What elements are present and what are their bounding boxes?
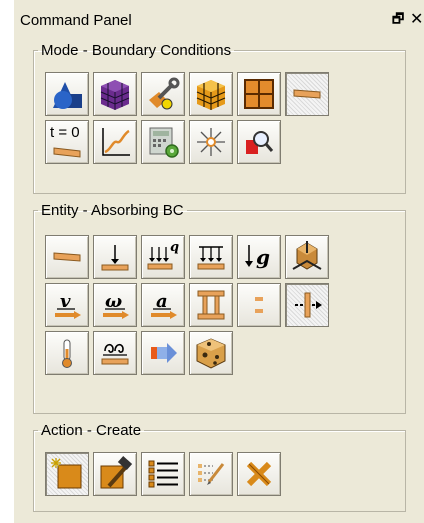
temperature-icon[interactable] <box>45 331 89 375</box>
heat-flux-icon[interactable] <box>93 331 137 375</box>
edit-hammer-icon[interactable] <box>93 452 137 496</box>
geometry-shapes-icon[interactable] <box>45 72 89 116</box>
point-force-icon[interactable] <box>93 235 137 279</box>
edit-list-pencil-icon[interactable] <box>189 452 233 496</box>
angular-velocity-icon[interactable]: ω <box>93 283 137 327</box>
action-legend: Action - Create <box>41 422 142 439</box>
column-support-icon[interactable] <box>189 283 233 327</box>
mode-legend: Mode - Boundary Conditions <box>41 42 232 59</box>
boundary-condition-surface-icon[interactable] <box>285 72 329 116</box>
mesh-cube-icon[interactable] <box>93 72 137 116</box>
structure-support-icon[interactable] <box>285 235 329 279</box>
float-window-icon[interactable]: 🗗 <box>392 10 404 32</box>
delete-x-icon[interactable] <box>237 452 281 496</box>
porous-solid-icon[interactable] <box>189 331 233 375</box>
initial-condition-t0-icon[interactable]: t = 0 <box>45 120 89 164</box>
surface-bc-icon[interactable] <box>45 235 89 279</box>
close-icon[interactable]: ✕ <box>410 9 423 29</box>
list-items-icon[interactable] <box>141 452 185 496</box>
create-new-icon[interactable] <box>45 452 89 496</box>
calculator-settings-icon[interactable] <box>141 120 185 164</box>
pressure-load-icon[interactable] <box>189 235 233 279</box>
acceleration-a-icon[interactable]: a <box>141 283 185 327</box>
panel-titlebar: Command Panel 🗗 ✕ <box>14 0 424 36</box>
tools-wrench-icon[interactable] <box>141 72 185 116</box>
panel-title: Command Panel <box>20 12 132 29</box>
light-burst-icon[interactable] <box>189 120 233 164</box>
velocity-v-icon[interactable]: v <box>45 283 89 327</box>
entity-legend: Entity - Absorbing BC <box>41 202 184 219</box>
absorbing-bc-icon[interactable] <box>285 283 329 327</box>
mode-group: Mode - Boundary Conditions <box>33 42 406 194</box>
curve-plot-icon[interactable] <box>93 120 137 164</box>
distributed-load-q-icon[interactable]: q <box>141 235 185 279</box>
g-glyph: g <box>256 245 270 269</box>
command-panel: Command Panel 🗗 ✕ Mode - Boundary Condit… <box>14 0 424 523</box>
gravity-g-icon[interactable]: g <box>237 235 281 279</box>
q-glyph: q <box>170 240 179 255</box>
t0-label: t = 0 <box>50 124 80 141</box>
magnify-inspect-icon[interactable] <box>237 120 281 164</box>
displacement-dashed-icon[interactable] <box>237 283 281 327</box>
mesh-orange-cube-icon[interactable] <box>189 72 233 116</box>
grid-quad-icon[interactable] <box>237 72 281 116</box>
flow-arrow-icon[interactable] <box>141 331 185 375</box>
